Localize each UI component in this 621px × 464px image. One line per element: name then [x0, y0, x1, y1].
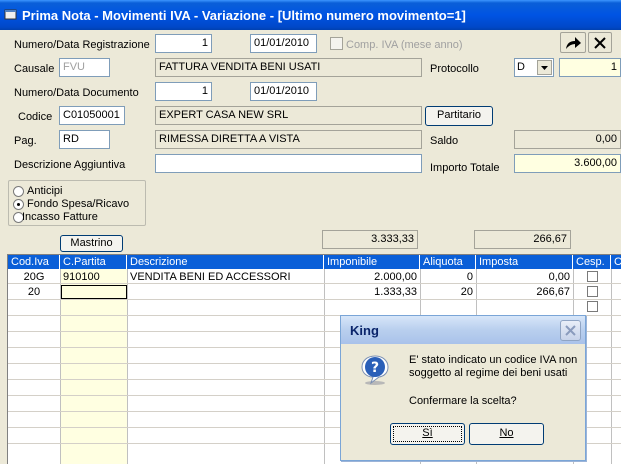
row1-imposta[interactable]: 0,00 [476, 270, 573, 284]
mastrino-button[interactable]: Mastrino [60, 235, 123, 252]
close-form-button[interactable] [588, 32, 612, 53]
row1-c-partita[interactable]: 910100 [60, 270, 127, 284]
row2-c-partita [62, 286, 68, 300]
saldo-field: 0,00 [514, 130, 621, 149]
importo-field[interactable]: 3.600,00 [514, 154, 621, 173]
row1-cesp-checkbox[interactable] [587, 271, 598, 282]
protocollo-select[interactable]: D [514, 58, 554, 77]
row3-cesp-checkbox[interactable] [587, 301, 598, 312]
row1-imponibile[interactable]: 2.000,00 [324, 270, 420, 284]
no-button[interactable]: No [469, 423, 544, 445]
dialog-close-button[interactable] [560, 320, 581, 341]
option-anticipi-label: Anticipi [27, 185, 63, 197]
grid-divider [8, 299, 621, 300]
causale-code-field[interactable]: FVU [59, 58, 110, 77]
row1-descrizione[interactable]: VENDITA BENI ED ACCESSORI [127, 270, 324, 284]
doc-label: Numero/Data Documento [14, 87, 139, 99]
dialog-question: Confermare la scelta? [409, 395, 517, 407]
question-icon: ? [361, 355, 389, 385]
yes-button[interactable]: Sì [390, 423, 465, 445]
col-c-partita[interactable]: C.Partita [60, 255, 127, 269]
importo-label: Importo Totale [430, 162, 500, 174]
protocollo-number-field[interactable]: 1 [559, 58, 621, 77]
causale-label: Causale [14, 63, 55, 75]
dialog-message-line1: E' stato indicato un codice IVA non [409, 354, 578, 366]
codice-label: Codice [18, 111, 53, 123]
doc-number-field[interactable]: 1 [155, 82, 212, 101]
row2-cod-iva[interactable]: 20 [8, 285, 60, 299]
no-label: No [499, 427, 514, 439]
doc-date-field[interactable]: 01/01/2010 [250, 82, 317, 101]
row1-aliquota[interactable]: 0 [420, 270, 476, 284]
desc-agg-label: Descrizione Aggiuntiva [14, 159, 126, 171]
imponibile-total: 3.333,33 [322, 230, 418, 249]
dialog-title: King [350, 323, 379, 338]
desc-agg-field[interactable] [155, 154, 422, 173]
app-icon [4, 9, 17, 20]
dialog-message-line2: soggetto al regime dei beni usati [409, 367, 568, 379]
reg-number-field[interactable]: 1 [155, 34, 212, 53]
option-incasso-label: Incasso Fatture [22, 211, 98, 223]
pag-code-field[interactable]: RD [59, 130, 110, 149]
title-bar[interactable]: Prima Nota - Movimenti IVA - Variazione … [0, 0, 621, 30]
row2-c-partita-editor[interactable] [61, 285, 127, 299]
dialog-title-bar[interactable]: King [341, 316, 585, 344]
pag-desc-field: RIMESSA DIRETTA A VISTA [155, 130, 422, 149]
svg-text:?: ? [371, 360, 379, 376]
reg-date-field[interactable]: 01/01/2010 [250, 34, 317, 53]
option-fondo-label: Fondo Spesa/Ricavo [27, 198, 130, 210]
forward-button[interactable] [560, 32, 586, 53]
close-icon [565, 325, 576, 336]
pag-label: Pag. [14, 135, 37, 147]
close-icon [594, 37, 606, 49]
col-imposta[interactable]: Imposta [476, 255, 573, 269]
codice-desc-field: EXPERT CASA NEW SRL [155, 106, 422, 125]
col-imponibile[interactable]: Imponibile [324, 255, 420, 269]
imposta-total: 266,67 [474, 230, 571, 249]
reg-label: Numero/Data Registrazione [14, 39, 150, 51]
radio-anticipi[interactable] [13, 186, 24, 197]
row1-cod-iva[interactable]: 20G [8, 270, 60, 284]
yes-label: Sì [422, 427, 433, 439]
window-title: Prima Nota - Movimenti IVA - Variazione … [22, 8, 466, 23]
radio-fondo-spesa[interactable] [13, 199, 24, 210]
protocollo-value: D [517, 61, 525, 73]
col-cesp[interactable]: Cesp. [573, 255, 611, 269]
row2-imponibile[interactable]: 1.333,33 [324, 285, 420, 299]
causale-desc-field: FATTURA VENDITA BENI USATI [155, 58, 422, 77]
protocollo-label: Protocollo [430, 63, 479, 75]
col-cod-iva[interactable]: Cod.Iva [8, 255, 60, 269]
row2-aliquota[interactable]: 20 [420, 285, 476, 299]
comp-iva-label: Comp. IVA (mese anno) [346, 39, 463, 51]
col-aliquota[interactable]: Aliquota [420, 255, 476, 269]
row2-imposta[interactable]: 266,67 [476, 285, 573, 299]
col-descrizione[interactable]: Descrizione [127, 255, 324, 269]
comp-iva-checkbox[interactable] [330, 37, 343, 50]
forward-arrow-icon [566, 37, 581, 49]
col-c[interactable]: C [611, 255, 621, 269]
partitario-button[interactable]: Partitario [425, 106, 493, 126]
king-dialog[interactable]: King ? E' stato indicato un codice IVA n… [340, 315, 586, 461]
saldo-label: Saldo [430, 135, 459, 147]
row2-cesp-checkbox[interactable] [587, 286, 598, 297]
row2-descrizione[interactable] [127, 285, 324, 299]
codice-field[interactable]: C01050001 [59, 106, 125, 125]
chevron-down-icon[interactable] [537, 60, 552, 75]
